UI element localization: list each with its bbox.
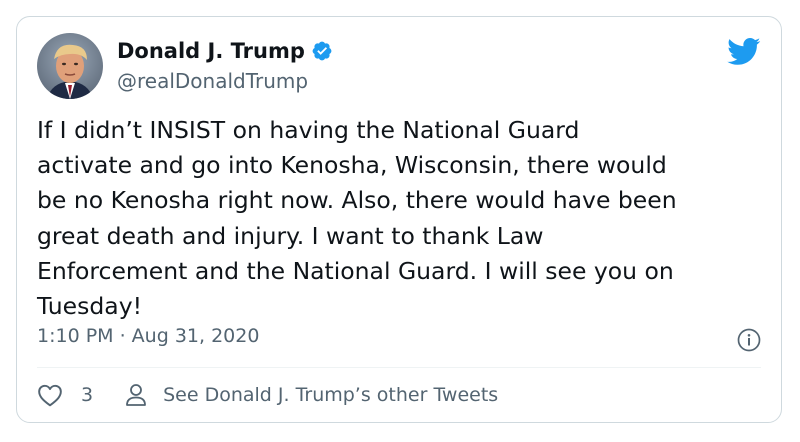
avatar[interactable] (37, 33, 103, 99)
display-name[interactable]: Donald J. Trump (117, 39, 305, 63)
timestamp[interactable]: 1:10 PM · Aug 31, 2020 (37, 325, 259, 347)
person-icon[interactable] (125, 383, 147, 407)
see-other-tweets-link[interactable]: See Donald J. Trump’s other Tweets (163, 384, 498, 406)
heart-icon[interactable] (37, 383, 63, 407)
handle[interactable]: @realDonaldTrump (117, 69, 308, 93)
tweet-card[interactable]: Donald J. Trump @realDonaldTrump If I di… (16, 16, 782, 423)
tweet-actions: 3 See Donald J. Trump’s other Tweets (37, 383, 498, 407)
like-count[interactable]: 3 (81, 384, 93, 406)
verified-badge-icon (311, 40, 333, 62)
twitter-bird-icon[interactable] (727, 37, 761, 65)
info-icon[interactable] (737, 328, 761, 352)
display-name-row[interactable]: Donald J. Trump (117, 39, 333, 63)
tweet-text: If I didn’t INSIST on having the Nationa… (37, 116, 677, 321)
divider (37, 367, 761, 368)
